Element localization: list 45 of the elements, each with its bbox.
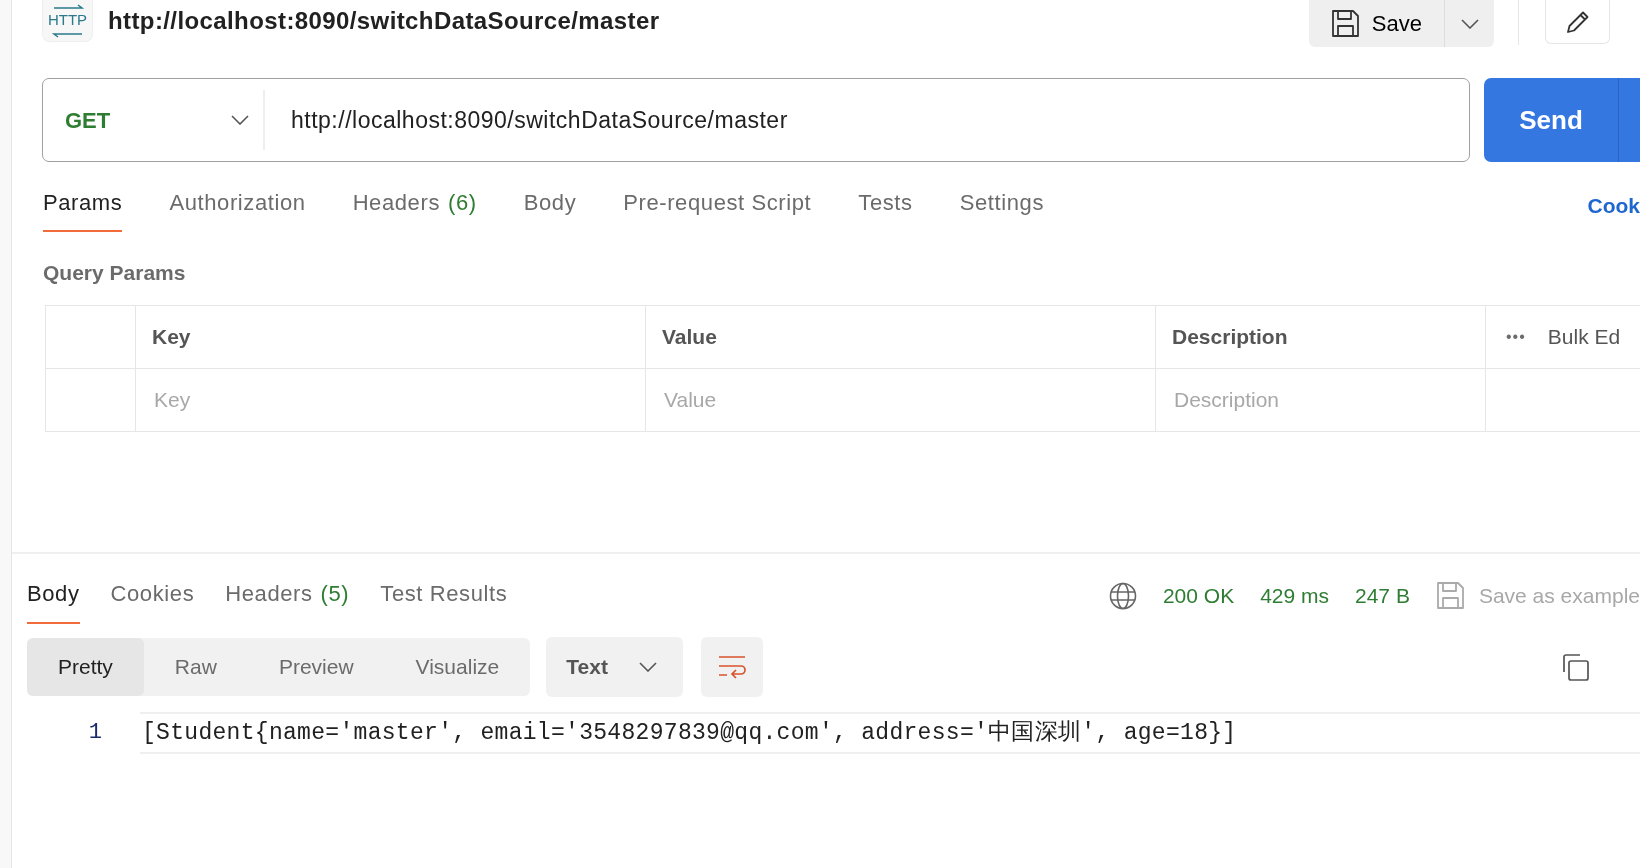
view-mode-tab[interactable]: Visualize [384,637,531,696]
response-size: 247 B [1355,582,1410,609]
view-mode-tab[interactable]: Raw [143,637,248,696]
tab[interactable]: Settings [959,190,1044,233]
method-dropdown[interactable]: GET [43,90,265,150]
globe-icon[interactable] [1108,581,1137,610]
wrap-lines-button[interactable] [701,636,764,697]
status-code: 200 OK [1162,582,1235,609]
cookies-link[interactable]: Cook [1587,190,1640,222]
copy-button[interactable] [1560,651,1590,682]
bulk-edit-link[interactable]: Bulk Ed [1547,320,1621,353]
tab[interactable]: Authorization [169,190,306,233]
tab[interactable]: Headers (5) [225,581,350,624]
line-number: 1 [87,719,103,748]
view-mode-tab[interactable]: Preview [247,637,385,696]
input-field[interactable]: Value [662,382,1155,417]
tab[interactable]: Cookies [110,581,195,624]
tab[interactable]: Body [523,190,577,233]
tab[interactable]: Pre-request Script [623,190,812,233]
section-title: Query Params [43,260,187,286]
input-field[interactable]: Description [1172,382,1485,417]
chevron-down-icon [231,115,249,125]
wrap-lines-icon [717,653,748,680]
column-header: Description [1156,305,1486,369]
format-dropdown[interactable]: Text [546,636,684,697]
code-line: [Student{name='master', email='3548297839@qq.com', address='中国深圳', age=18}] [140,711,1640,754]
edit-button[interactable] [1545,0,1610,44]
input-field[interactable]: Key [152,382,645,417]
column-header: Key [136,305,646,369]
chevron-down-icon [1460,18,1479,29]
http-icon: HTTP [42,0,93,42]
response-time: 429 ms [1260,582,1329,609]
tab[interactable]: Params [43,190,123,233]
chevron-down-icon [639,661,658,672]
tab[interactable]: Body [27,581,80,624]
url-bar[interactable]: GET http://localhost:8090/switchDataSource/master [42,78,1470,162]
more-button[interactable]: ••• [1506,324,1526,349]
column-header: Value [646,305,1156,369]
tab[interactable]: Headers (6) [352,190,477,233]
copy-icon [1560,651,1590,682]
tab[interactable]: Tests [858,190,913,233]
tab[interactable]: Test Results [380,581,508,624]
request-title: http://localhost:8090/switchDataSource/master [108,6,660,36]
send-button[interactable]: Send [1484,78,1618,162]
view-mode-tab[interactable]: Pretty [27,637,144,696]
